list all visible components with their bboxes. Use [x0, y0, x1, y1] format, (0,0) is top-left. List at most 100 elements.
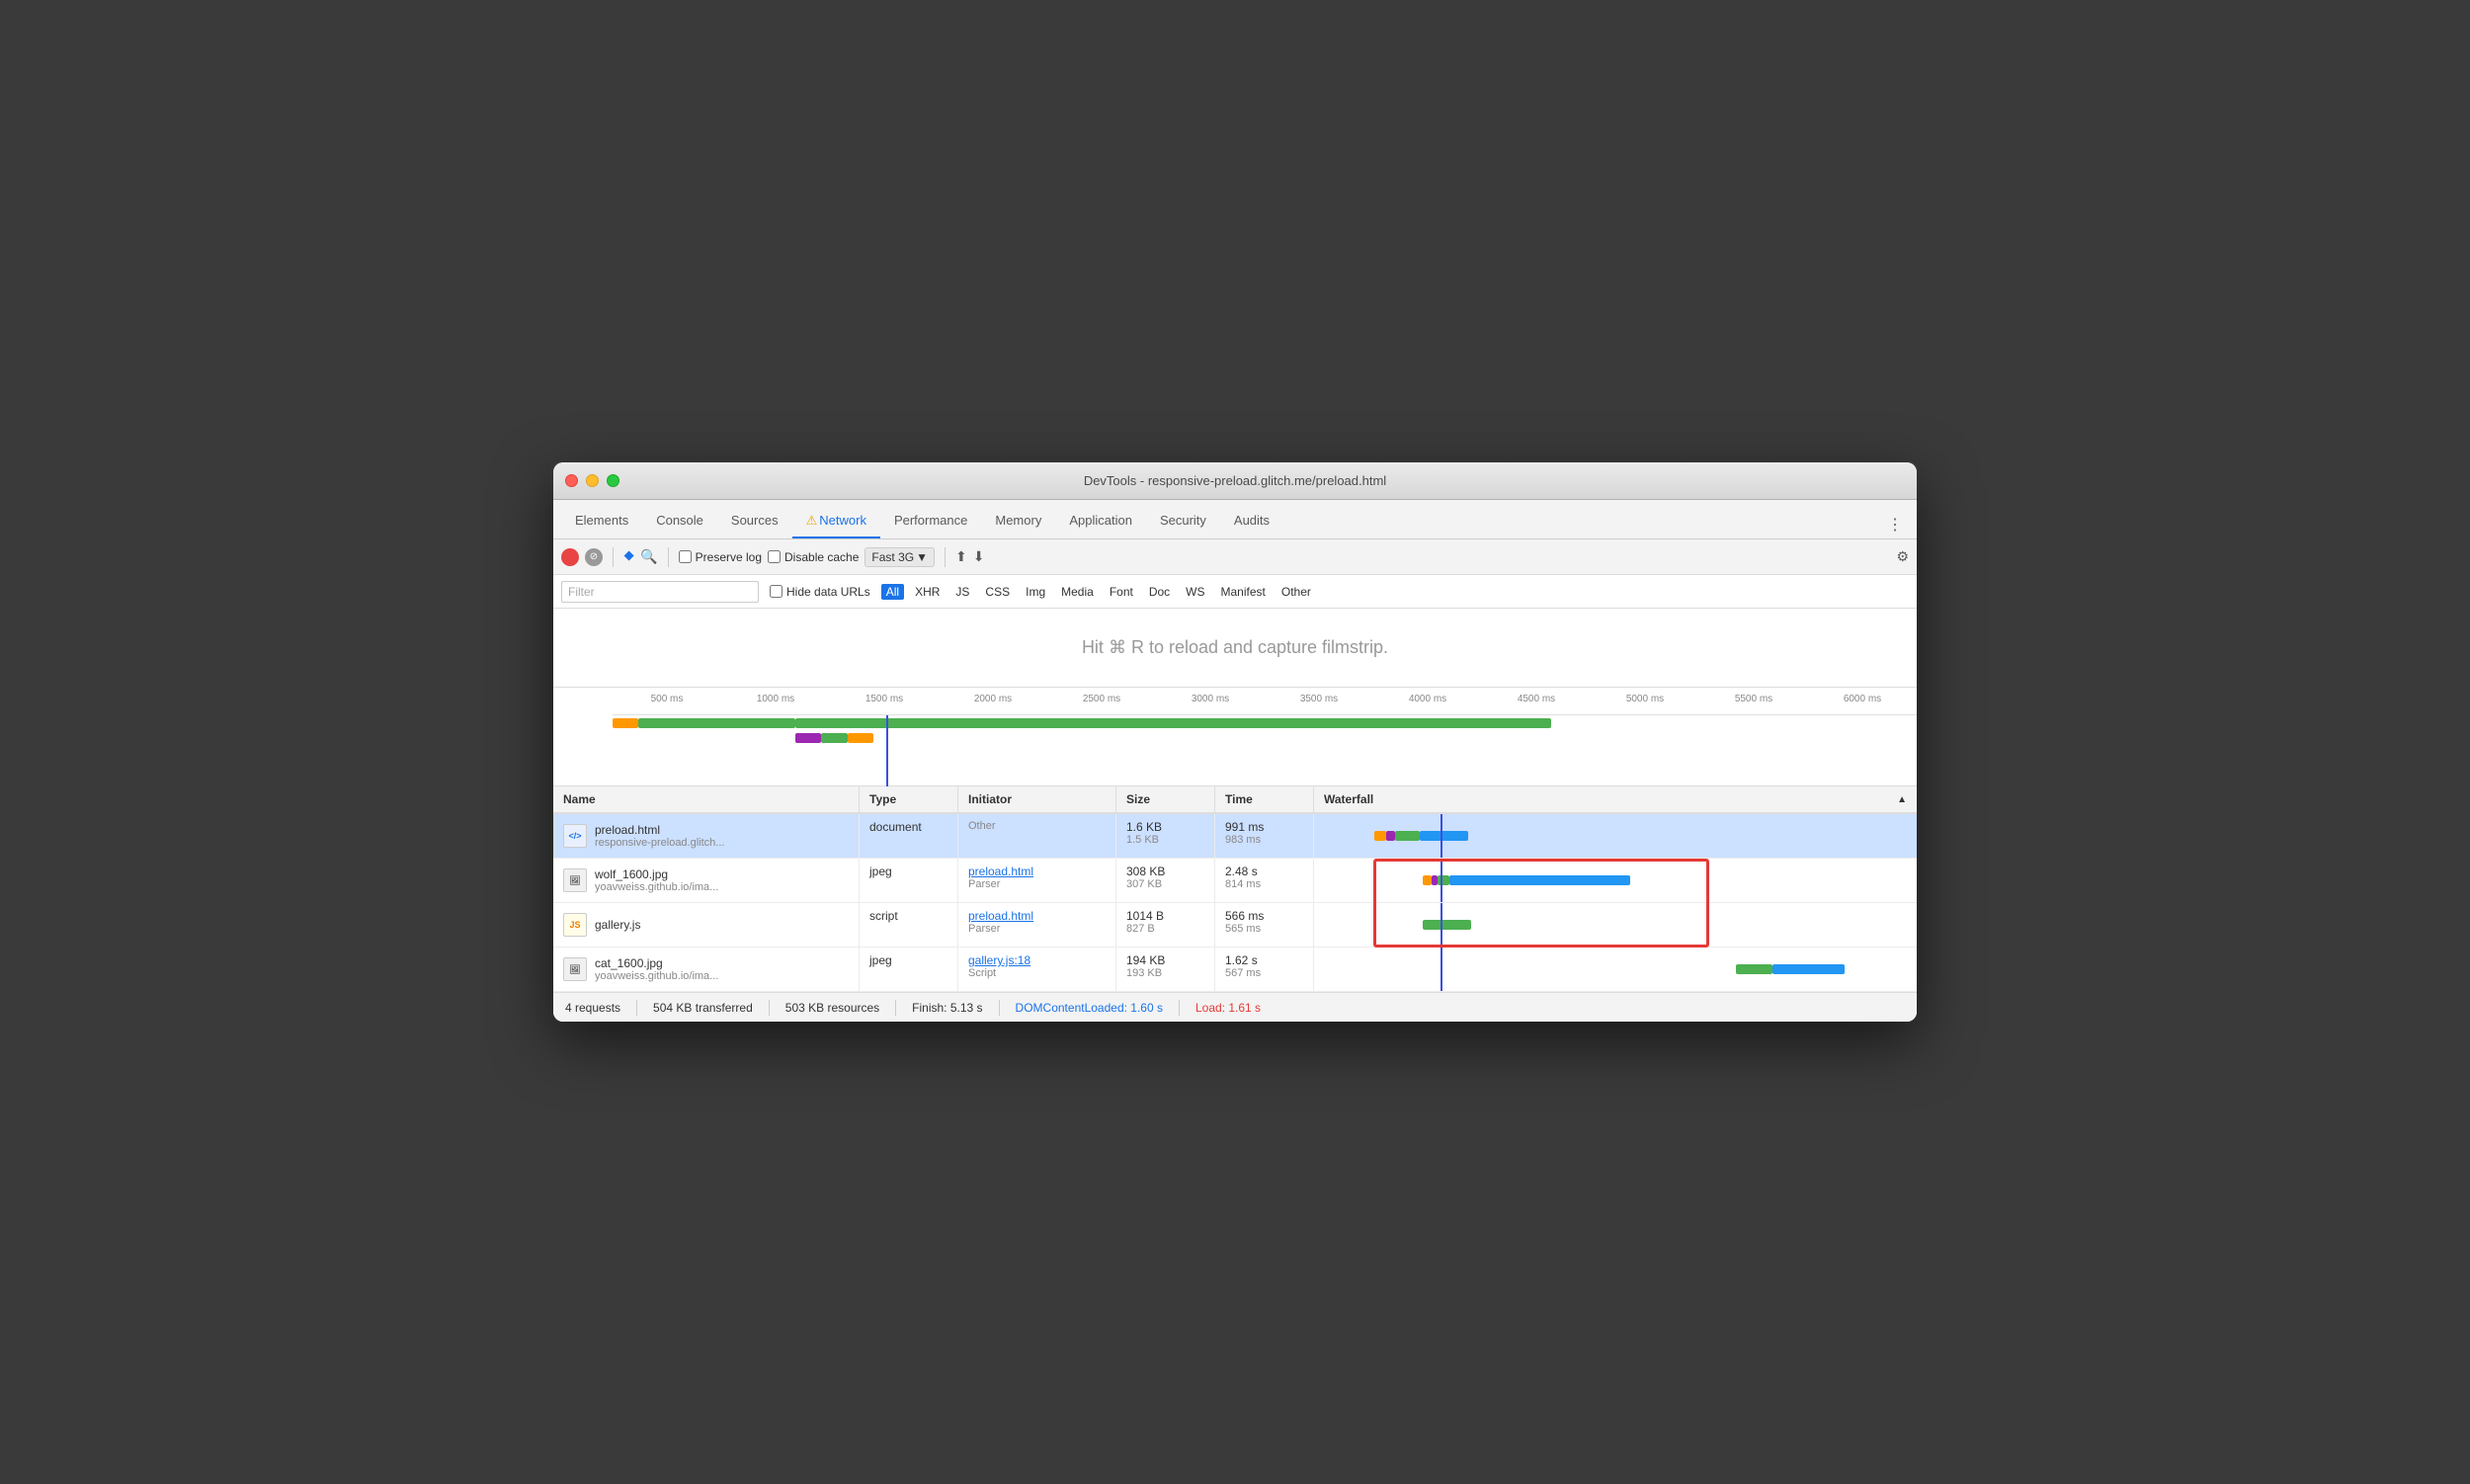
preserve-log-label[interactable]: Preserve log [679, 550, 762, 564]
file-icon-img2: 🖼 [563, 957, 587, 981]
warn-icon: ⚠ [806, 513, 818, 528]
filter-input[interactable] [561, 581, 759, 603]
td-time-1: 2.48 s 814 ms [1215, 859, 1314, 902]
track-seg-orange2 [848, 733, 873, 743]
status-dom-loaded: DOMContentLoaded: 1.60 s [1016, 1001, 1163, 1015]
ruler-tick-3: 2000 ms [939, 694, 1047, 704]
td-size-0: 1.6 KB 1.5 KB [1116, 814, 1215, 858]
tab-audits[interactable]: Audits [1220, 504, 1283, 538]
throttle-dropdown[interactable]: Fast 3G ▼ [864, 547, 935, 567]
wf-download-1 [1449, 875, 1630, 885]
filter-chip-other[interactable]: Other [1276, 584, 1316, 600]
td-type-0: document [860, 814, 958, 858]
td-time-3: 1.62 s 567 ms [1215, 948, 1314, 991]
filter-chip-doc[interactable]: Doc [1144, 584, 1175, 600]
window-title: DevTools - responsive-preload.glitch.me/… [1084, 473, 1386, 488]
td-size-1: 308 KB 307 KB [1116, 859, 1215, 902]
table-row[interactable]: 🖼 cat_1600.jpg yoavweiss.github.io/ima..… [553, 948, 1917, 992]
vertical-line-1 [1441, 859, 1442, 902]
wf-ttfb-0 [1395, 831, 1419, 841]
name-text-0: preload.html responsive-preload.glitch..… [595, 823, 724, 849]
filter-chip-xhr[interactable]: XHR [910, 584, 945, 600]
clear-button[interactable]: ⊘ [585, 548, 603, 566]
wf-ttfb-1 [1438, 875, 1449, 885]
file-icon-js: JS [563, 913, 587, 937]
wf-blue-3 [1772, 964, 1845, 974]
status-resources: 503 KB resources [785, 1001, 879, 1015]
timeline-track-row-1 [613, 718, 1917, 730]
tab-security[interactable]: Security [1146, 504, 1220, 538]
table-row[interactable]: 🖼 wolf_1600.jpg yoavweiss.github.io/ima.… [553, 859, 1917, 903]
timeline-ruler: 500 ms 1000 ms 1500 ms 2000 ms 2500 ms 3… [613, 688, 1917, 715]
table-row[interactable]: </> preload.html responsive-preload.glit… [553, 814, 1917, 859]
filter-chip-manifest[interactable]: Manifest [1216, 584, 1271, 600]
tab-network[interactable]: ⚠Network [792, 504, 880, 538]
name-text-1: wolf_1600.jpg yoavweiss.github.io/ima... [595, 867, 718, 893]
tab-console[interactable]: Console [642, 504, 717, 538]
tab-application[interactable]: Application [1055, 504, 1146, 538]
ruler-tick-9: 5000 ms [1591, 694, 1699, 704]
timeline-marker [886, 715, 888, 786]
wf-green-3 [1736, 964, 1772, 974]
export-har-button[interactable]: ⬇ [973, 548, 985, 565]
td-name-3: 🖼 cat_1600.jpg yoavweiss.github.io/ima..… [553, 948, 860, 991]
filter-chip-img[interactable]: Img [1021, 584, 1050, 600]
ruler-tick-6: 3500 ms [1265, 694, 1373, 704]
ruler-tick-4: 2500 ms [1047, 694, 1156, 704]
divider-3 [945, 547, 946, 567]
track-seg-purple [795, 733, 821, 743]
filmstrip-area: Hit ⌘ R to reload and capture filmstrip. [553, 609, 1917, 688]
filter-chip-ws[interactable]: WS [1181, 584, 1209, 600]
minimize-button[interactable] [586, 474, 599, 487]
tabs-end-controls: ⋮ [1881, 511, 1909, 538]
ruler-tick-10: 5500 ms [1699, 694, 1808, 704]
filter-chip-js[interactable]: JS [950, 584, 974, 600]
ruler-tick-11: 6000 ms [1808, 694, 1917, 704]
status-bar: 4 requests 504 KB transferred 503 KB res… [553, 992, 1917, 1022]
hide-data-urls-checkbox[interactable] [770, 585, 782, 598]
network-settings-button[interactable]: ⚙ [1896, 548, 1909, 565]
filter-chip-font[interactable]: Font [1105, 584, 1138, 600]
more-tools-button[interactable]: ⋮ [1881, 511, 1909, 538]
import-har-button[interactable]: ⬆ [955, 548, 967, 565]
table-row[interactable]: JS gallery.js script preload.html Parser… [553, 903, 1917, 948]
name-text-2: gallery.js [595, 918, 640, 932]
filter-chip-all[interactable]: All [881, 584, 904, 600]
timeline-track-row-2 [613, 733, 1917, 745]
th-time: Time [1215, 786, 1314, 812]
ruler-tick-8: 4500 ms [1482, 694, 1591, 704]
td-time-2: 566 ms 565 ms [1215, 903, 1314, 947]
titlebar: DevTools - responsive-preload.glitch.me/… [553, 462, 1917, 500]
hide-data-urls-label[interactable]: Hide data URLs [765, 584, 875, 600]
filter-chip-css[interactable]: CSS [980, 584, 1015, 600]
td-initiator-1: preload.html Parser [958, 859, 1116, 902]
vertical-line-2 [1441, 903, 1442, 947]
td-time-0: 991 ms 983 ms [1215, 814, 1314, 858]
table-header: Name Type Initiator Size Time Waterfall … [553, 786, 1917, 814]
tab-memory[interactable]: Memory [981, 504, 1055, 538]
maximize-button[interactable] [607, 474, 619, 487]
vertical-line-0 [1441, 814, 1442, 858]
wf-green-2 [1423, 920, 1471, 930]
record-button[interactable] [561, 548, 579, 566]
status-divider-5 [1179, 1000, 1180, 1016]
tab-sources[interactable]: Sources [717, 504, 792, 538]
ruler-tick-5: 3000 ms [1156, 694, 1265, 704]
disable-cache-label[interactable]: Disable cache [768, 550, 859, 564]
close-button[interactable] [565, 474, 578, 487]
filter-chip-media[interactable]: Media [1056, 584, 1099, 600]
filter-icon[interactable]: ⯁ [623, 548, 634, 565]
td-type-3: jpeg [860, 948, 958, 991]
tab-performance[interactable]: Performance [880, 504, 981, 538]
track-seg-orange [613, 718, 638, 728]
file-icon-html: </> [563, 824, 587, 848]
disable-cache-checkbox[interactable] [768, 550, 781, 563]
preserve-log-checkbox[interactable] [679, 550, 692, 563]
search-icon[interactable]: 🔍 [640, 548, 657, 565]
track-seg-green-long [795, 718, 1552, 728]
ruler-tick-7: 4000 ms [1373, 694, 1482, 704]
tab-elements[interactable]: Elements [561, 504, 642, 538]
td-type-2: script [860, 903, 958, 947]
td-waterfall-1 [1314, 859, 1917, 902]
td-type-1: jpeg [860, 859, 958, 902]
